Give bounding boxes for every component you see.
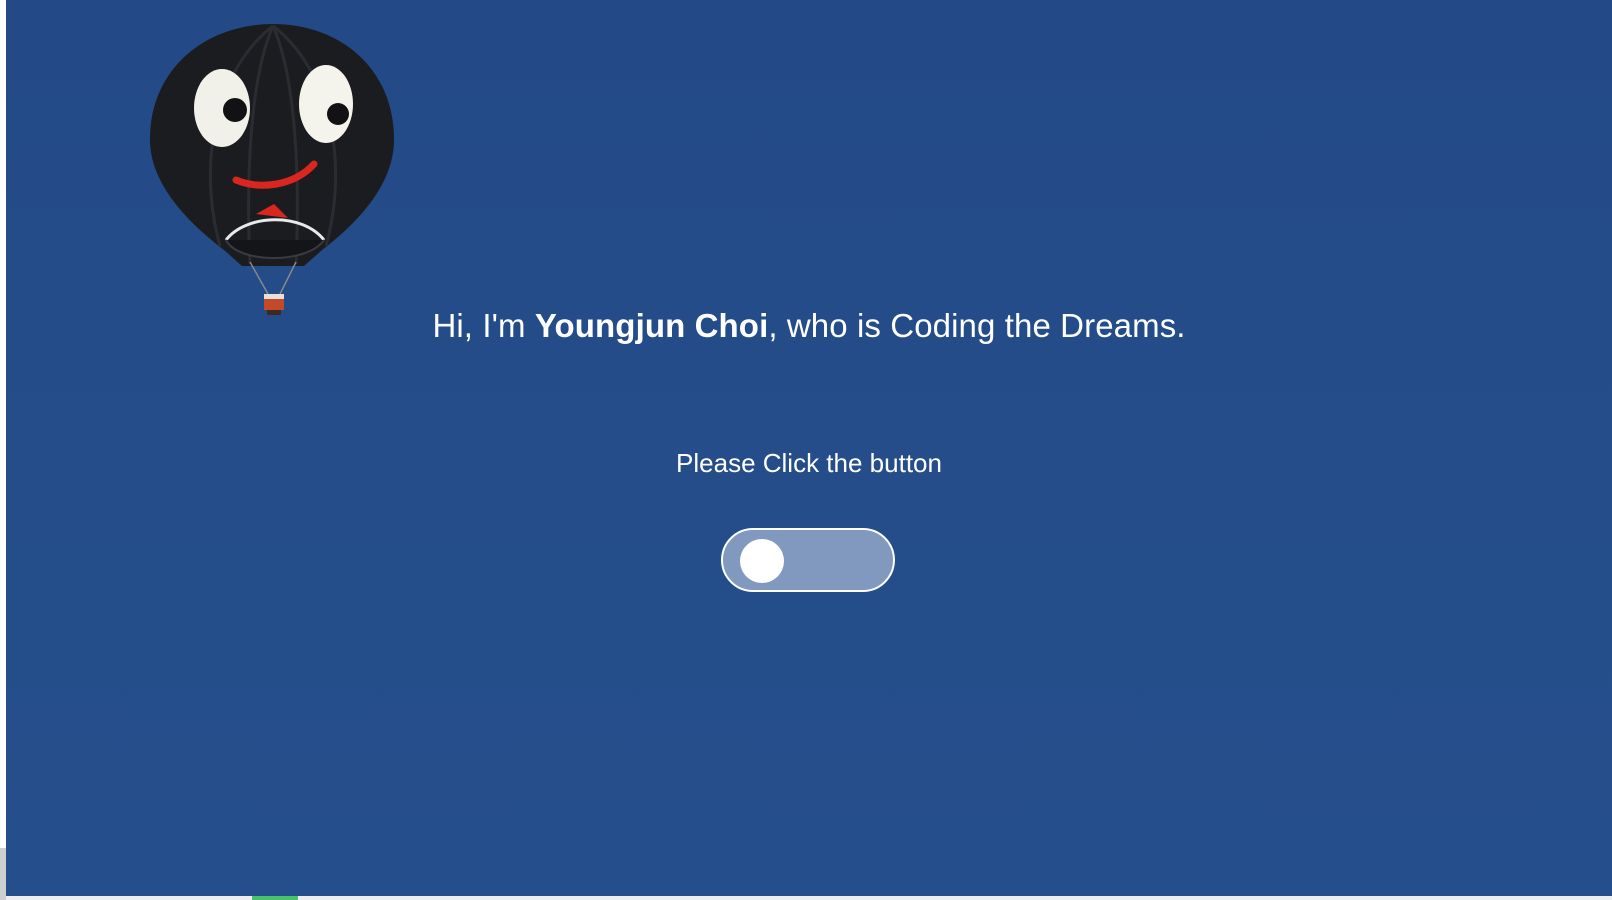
hero-background: Hi, I'm Youngjun Choi, who is Coding the… — [6, 0, 1612, 896]
author-name: Youngjun Choi — [534, 307, 769, 344]
click-prompt: Please Click the button — [676, 448, 942, 478]
bottom-strip — [0, 896, 1612, 900]
left-strip — [0, 848, 6, 900]
greeting-suffix: , who is Coding the Dreams. — [768, 307, 1186, 344]
hot-air-balloon-icon — [149, 24, 395, 315]
toggle-switch[interactable] — [721, 528, 895, 592]
toggle-knob[interactable] — [740, 539, 784, 583]
green-indicator — [252, 896, 298, 900]
greeting-prefix: Hi, I'm — [432, 307, 535, 344]
greeting-heading: Hi, I'm Youngjun Choi, who is Coding the… — [6, 306, 1612, 346]
